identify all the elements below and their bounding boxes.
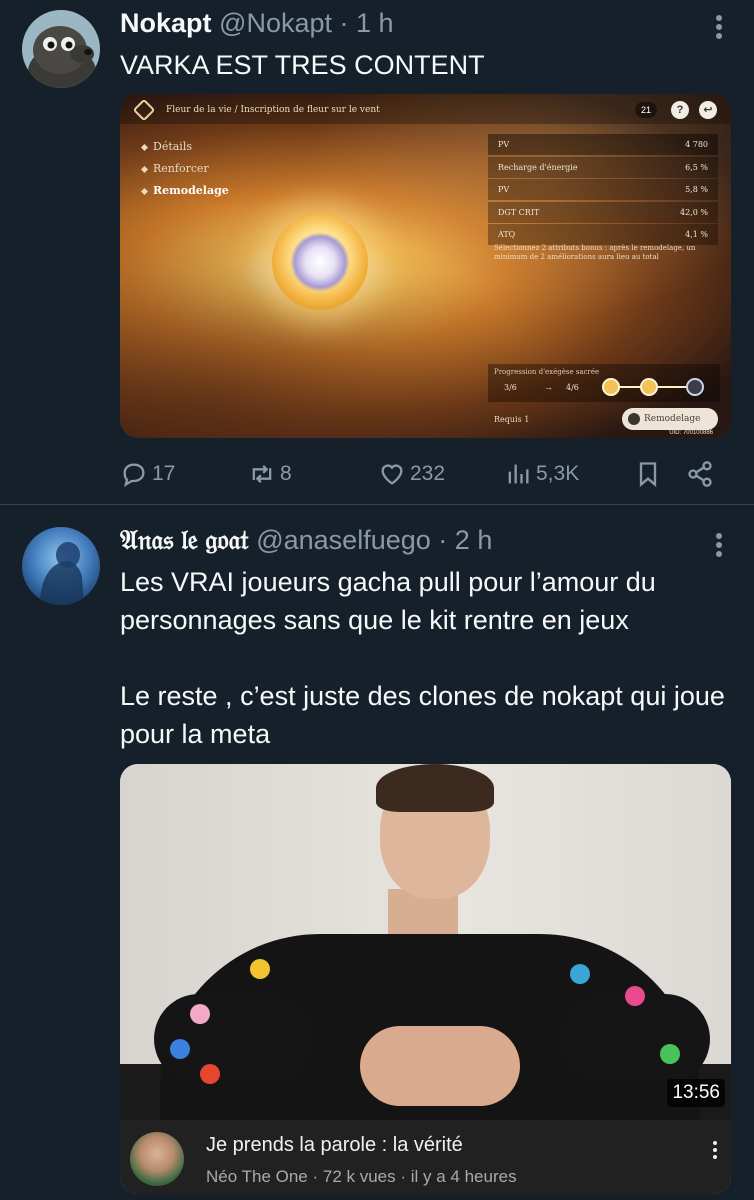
progression-node-icon [686, 378, 704, 396]
avatar[interactable] [22, 527, 100, 605]
youtube-video-card[interactable]: 13:56 Je prends la parole : la vérité Né… [120, 764, 731, 1194]
bookmark-button[interactable] [634, 456, 662, 492]
reply-button[interactable]: 17 [120, 456, 175, 492]
bookmark-icon [639, 462, 657, 487]
stat-row: DGT CRIT 42,0 % [488, 201, 718, 223]
progression-from: 3/6 [504, 383, 517, 392]
person-hands [360, 1026, 520, 1106]
resin-counter: 21 [634, 102, 657, 118]
person-hair [376, 764, 494, 812]
hoodie-print [660, 1044, 680, 1064]
tweet-actions: 17 8 232 5,3K [120, 456, 720, 492]
hoodie-print [570, 964, 590, 984]
stat-row: ATQ 4,1 % [488, 224, 718, 245]
avatar[interactable] [22, 10, 100, 88]
video-more-icon[interactable] [713, 1138, 719, 1162]
tweet-header: 𝔄𝔫𝔞𝔰 𝔩𝔢 𝔤𝔬𝔞𝔱 @anaselfuego · 2 h [120, 525, 492, 557]
separator: · [438, 525, 448, 555]
uid-label: UID: 700100886 [669, 430, 713, 436]
display-name[interactable]: 𝔄𝔫𝔞𝔰 𝔩𝔢 𝔤𝔬𝔞𝔱 [120, 525, 249, 555]
hoodie-print [625, 986, 645, 1006]
reply-count: 17 [152, 462, 176, 485]
video-meta: Néo The One · 72 k vues · il y a 4 heure… [206, 1167, 517, 1186]
progression-node-icon [640, 378, 658, 396]
timestamp[interactable]: 2 h [455, 525, 493, 555]
hoodie-print [250, 959, 270, 979]
channel-avatar[interactable] [130, 1132, 184, 1186]
hoodie-print [200, 1064, 220, 1084]
timestamp[interactable]: 1 h [356, 8, 394, 38]
retweet-button[interactable]: 8 [248, 456, 292, 492]
game-breadcrumb: Fleur de la vie / Inscription de fleur s… [166, 105, 380, 115]
menu-item-remodelage: Remodelage [140, 180, 229, 202]
separator: · [339, 8, 349, 38]
hoodie-sleeve [560, 994, 710, 1084]
game-screenshot[interactable]: Fleur de la vie / Inscription de fleur s… [120, 94, 731, 438]
menu-item-renforcer: Renforcer [140, 158, 229, 180]
views-icon [508, 464, 529, 484]
tweet-text: Les VRAI joueurs gacha pull pour l’amour… [120, 567, 725, 749]
hoodie-print [190, 1004, 210, 1024]
tweet-header: Nokapt @Nokapt · 1 h [120, 8, 394, 39]
more-options-icon[interactable] [714, 12, 724, 42]
user-handle[interactable]: @anaselfuego [256, 525, 431, 555]
tweet-anaselfuego[interactable]: 𝔄𝔫𝔞𝔰 𝔩𝔢 𝔤𝔬𝔞𝔱 @anaselfuego · 2 h Les VRAI… [0, 505, 754, 1200]
remodelage-button: Remodelage [622, 408, 718, 430]
retweet-icon [252, 465, 272, 483]
share-icon [688, 461, 712, 487]
view-count: 5,3K [536, 462, 580, 485]
views-button[interactable]: 5,3K [504, 456, 579, 492]
stat-row: PV 4 780 [488, 134, 718, 155]
stat-row: PV 5,8 % [488, 179, 718, 200]
display-name[interactable]: Nokapt [120, 8, 212, 38]
help-icon: ? [671, 101, 689, 119]
tweet-nokapt[interactable]: Nokapt @Nokapt · 1 h VARKA EST TRES CONT… [0, 0, 754, 505]
progression-label: Progression d'exégèse sacrée [494, 368, 600, 376]
tweet-text: VARKA EST TRES CONTENT [120, 50, 485, 80]
progression-node-icon [602, 378, 620, 396]
share-button[interactable] [686, 456, 714, 492]
artifact-stats: PV 4 780 Recharge d'énergie 6,5 % PV 5,8 % … [488, 134, 718, 247]
like-count: 232 [410, 462, 446, 485]
user-handle[interactable]: @Nokapt [219, 8, 332, 38]
like-button[interactable]: 232 [378, 456, 445, 492]
menu-item-details: Détails [140, 136, 229, 158]
retweet-count: 8 [280, 462, 292, 485]
more-options-icon[interactable] [714, 530, 724, 560]
selection-note: Sélectionnez 2 attributs bonus : après l… [494, 244, 696, 261]
progression-box: Progression d'exégèse sacrée 3/6 → 4/6 [488, 364, 720, 402]
video-duration: 13:56 [667, 1079, 725, 1107]
arrow-icon: → [544, 382, 553, 392]
heart-icon [381, 464, 403, 485]
back-icon: ↩ [699, 101, 717, 119]
video-title[interactable]: Je prends la parole : la vérité [206, 1134, 463, 1157]
stat-row: Recharge d'énergie 6,5 % [488, 156, 718, 178]
artifact-orb [272, 214, 368, 310]
requirement-text: Requis 1 [494, 415, 530, 424]
progression-to: 4/6 [566, 383, 579, 392]
hoodie-print [170, 1039, 190, 1059]
reply-icon [123, 463, 145, 487]
game-side-menu: Détails Renforcer Remodelage [140, 136, 229, 202]
